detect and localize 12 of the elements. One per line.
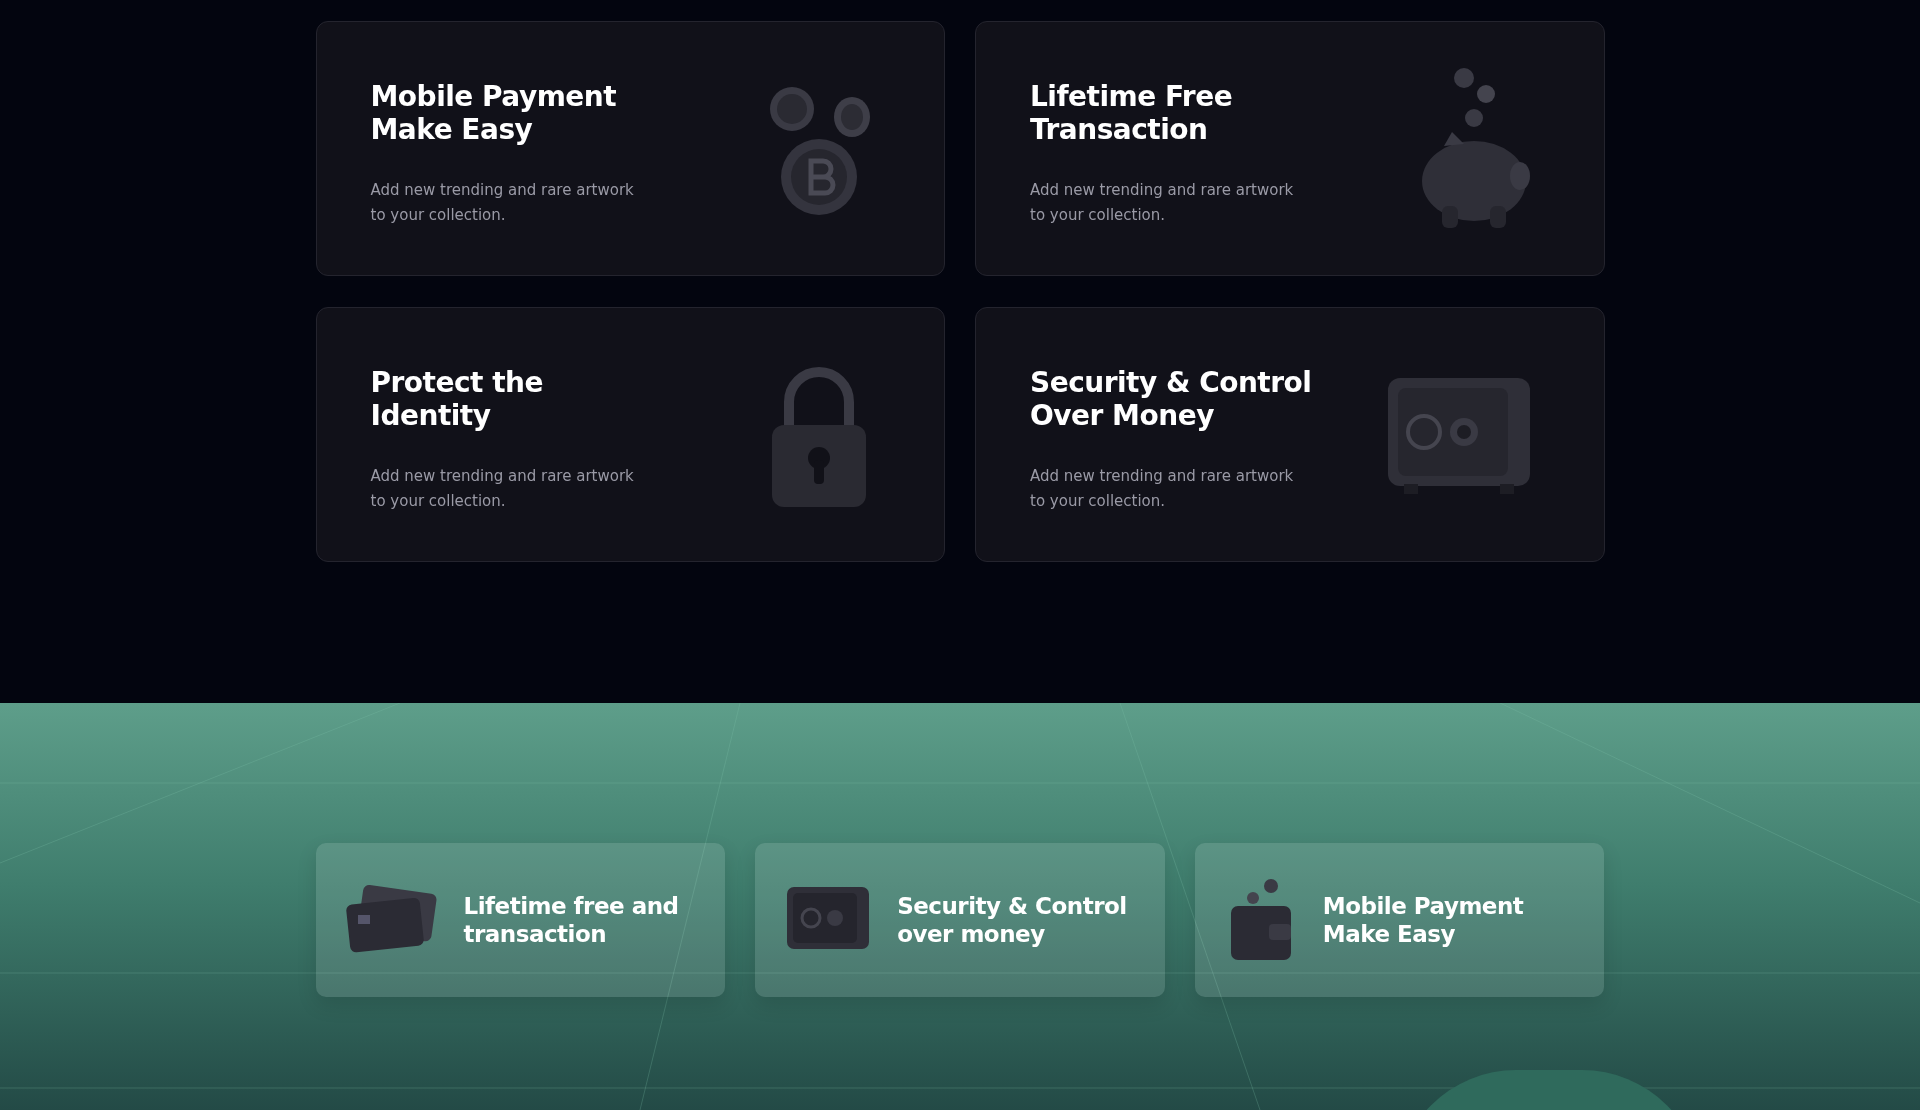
feature-description: Add new trending and rare artwork to your collection. (1030, 466, 1295, 512)
highlight-title: Lifetime free and transaction (463, 892, 679, 948)
feature-title: Security & Control Over Money (1030, 366, 1312, 432)
feature-description: Add new trending and rare artwork to your collection. (370, 466, 634, 512)
highlight-title: Mobile Payment Make Easy (1322, 892, 1524, 948)
feature-description: Add new trending and rare artwork to your collection. (370, 180, 634, 226)
feature-title: Mobile Payment Make Easy (370, 80, 618, 146)
feature-description: Add new trending and rare artwork to your collection. (1030, 180, 1294, 226)
feature-title: Lifetime Free Transaction (1030, 80, 1234, 146)
credit-cards-icon (345, 885, 438, 955)
feature-title: Protect the Identity (370, 366, 544, 432)
highlight-title: Security & Control over money (897, 892, 1127, 948)
